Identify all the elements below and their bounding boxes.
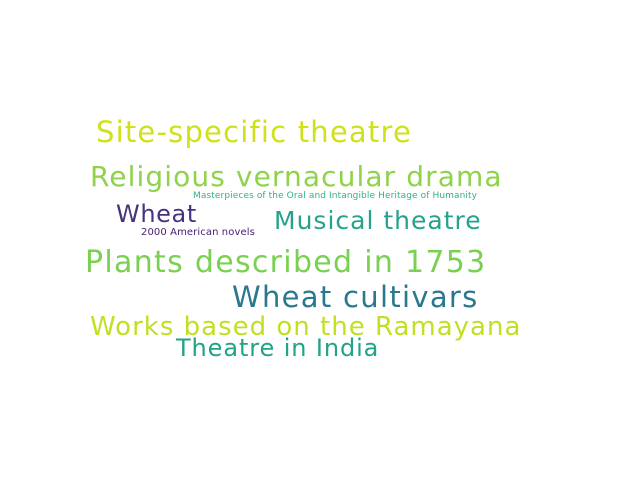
word-2000-american-novels: 2000 American novels (141, 227, 255, 238)
word-wheat-cultivars: Wheat cultivars (232, 280, 479, 314)
word-cloud: Site-specific theatre Religious vernacul… (0, 0, 640, 480)
word-religious-vernacular-drama: Religious vernacular drama (90, 160, 503, 193)
word-wheat: Wheat (116, 200, 197, 228)
word-theatre-in-india: Theatre in India (176, 334, 380, 362)
word-musical-theatre: Musical theatre (274, 206, 482, 235)
word-site-specific-theatre: Site-specific theatre (96, 115, 412, 149)
word-masterpieces-heritage: Masterpieces of the Oral and Intangible … (193, 191, 478, 201)
word-plants-described-1753: Plants described in 1753 (85, 245, 487, 280)
